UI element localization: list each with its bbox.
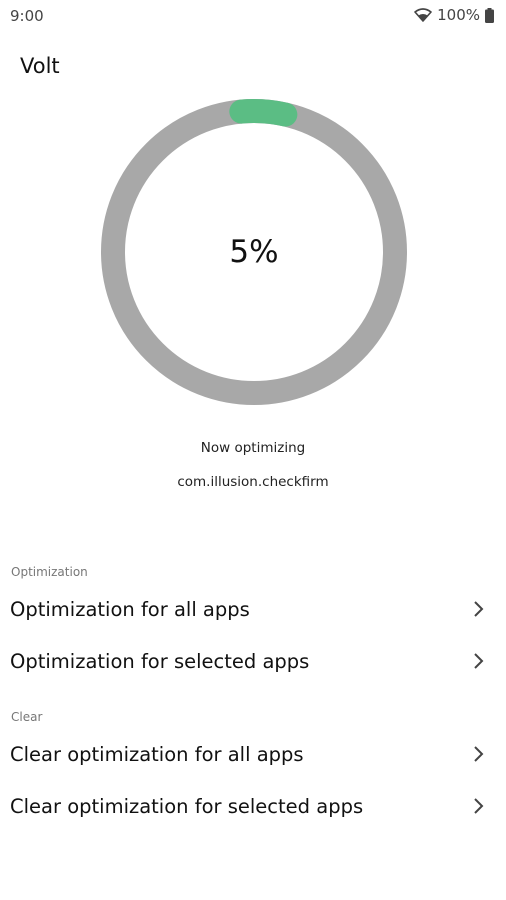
section-header-optimization: Optimization bbox=[11, 565, 88, 579]
chevron-right-icon bbox=[472, 652, 486, 670]
battery-percentage: 100% bbox=[437, 6, 480, 24]
status-icons: 100% bbox=[414, 6, 494, 24]
chevron-right-icon bbox=[472, 745, 486, 763]
clear-optimization-selected-apps-item[interactable]: Clear optimization for selected apps bbox=[0, 781, 506, 831]
optimization-all-apps-label: Optimization for all apps bbox=[10, 597, 250, 621]
optimization-selected-apps-label: Optimization for selected apps bbox=[10, 649, 310, 673]
section-header-clear: Clear bbox=[11, 710, 43, 724]
clear-optimization-all-apps-label: Clear optimization for all apps bbox=[10, 742, 304, 766]
optimization-progress-ring: 5% bbox=[100, 98, 408, 406]
app-title: Volt bbox=[20, 54, 60, 78]
wifi-icon bbox=[414, 8, 432, 22]
clear-optimization-all-apps-item[interactable]: Clear optimization for all apps bbox=[0, 729, 506, 779]
battery-icon bbox=[485, 7, 494, 23]
now-optimizing-label: Now optimizing bbox=[200, 440, 306, 456]
current-package-name: com.illusion.checkfirm bbox=[177, 474, 329, 490]
chevron-right-icon bbox=[472, 600, 486, 618]
status-time: 9:00 bbox=[10, 7, 44, 25]
status-bar: 9:00 100% bbox=[0, 0, 506, 32]
optimization-selected-apps-item[interactable]: Optimization for selected apps bbox=[0, 636, 506, 686]
clear-optimization-selected-apps-label: Clear optimization for selected apps bbox=[10, 794, 364, 818]
chevron-right-icon bbox=[472, 797, 486, 815]
optimization-all-apps-item[interactable]: Optimization for all apps bbox=[0, 584, 506, 634]
progress-percentage: 5% bbox=[229, 234, 279, 270]
